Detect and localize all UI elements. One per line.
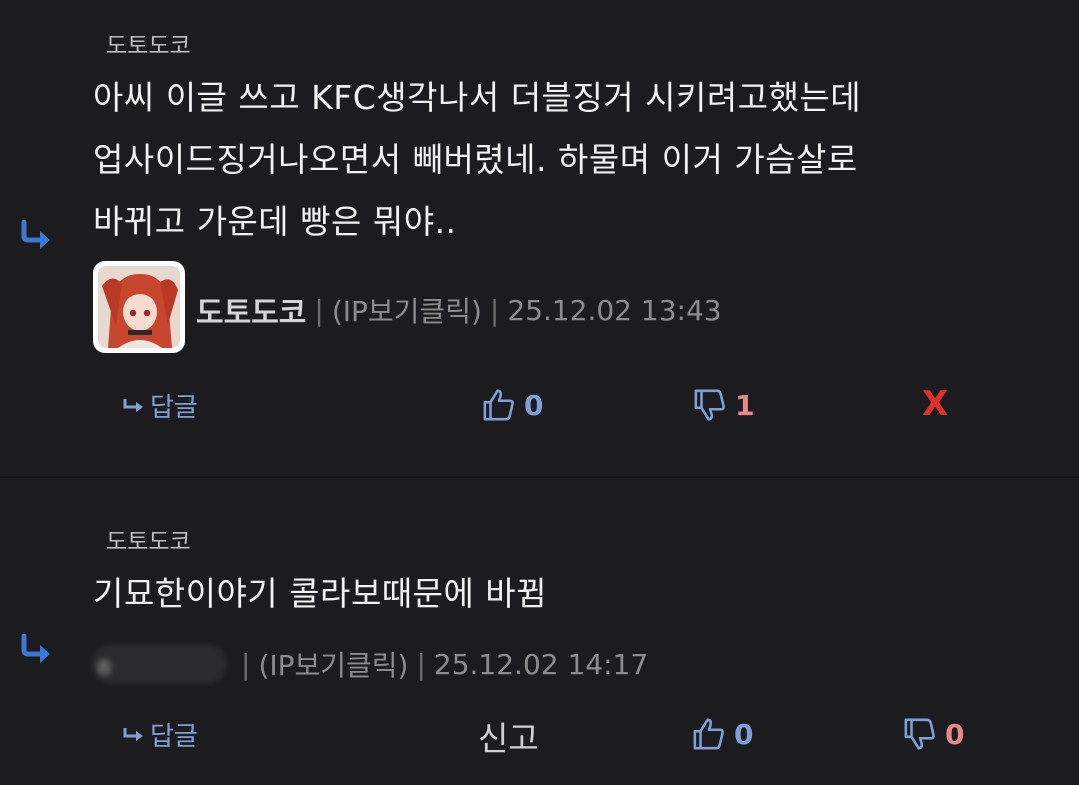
like-count: 0 <box>524 388 544 422</box>
timestamp: 25.12.02 13:43 <box>507 293 722 327</box>
ip-view-link[interactable]: (IP보기클릭) <box>332 290 482 330</box>
reply-arrow-icon <box>21 220 50 249</box>
comment-body: 아씨 이글 쓰고 KFC생각나서 더블징거 시키려고했는데 업사이드징거나오면서… <box>93 67 861 253</box>
dislike-button[interactable]: 1 <box>693 388 754 422</box>
separator: | <box>241 647 251 681</box>
nickname[interactable]: 도토도코 <box>196 288 306 332</box>
reply-label: 답글 <box>150 393 198 423</box>
report-label: 신고 <box>478 719 539 758</box>
comment-item: 도토도코 아씨 이글 쓰고 KFC생각나서 더블징거 시키려고했는데 업사이드징… <box>0 0 1079 476</box>
reply-target-name: 도토도코 <box>106 529 191 555</box>
dislike-button[interactable]: 0 <box>903 717 964 751</box>
separator: | <box>416 647 426 681</box>
separator: | <box>314 293 324 327</box>
nickname-peek: ㅎ <box>92 654 116 684</box>
comment-line: 아씨 이글 쓰고 KFC생각나서 더블징거 시키려고했는데 <box>93 78 862 117</box>
reply-button[interactable]: 답글 <box>122 716 198 753</box>
thumbs-up-icon <box>483 389 514 421</box>
like-button[interactable]: 0 <box>482 388 543 422</box>
ip-view-link[interactable]: (IP보기클릭) <box>258 644 408 684</box>
reply-button[interactable]: 답글 <box>122 387 198 424</box>
thumbs-down-icon <box>904 718 935 750</box>
avatar-image <box>98 266 180 348</box>
dislike-count: 1 <box>735 388 755 422</box>
like-button[interactable]: 0 <box>692 717 753 751</box>
delete-button[interactable]: X <box>922 384 948 424</box>
reply-label: 답글 <box>150 722 198 752</box>
reply-target-name: 도토도코 <box>106 33 191 59</box>
comment-meta: 도토도코 | (IP보기클릭) | 25.12.02 13:43 <box>196 288 722 332</box>
dislike-count: 0 <box>945 717 965 751</box>
comment-item: 도토도코 기묘한이야기 콜라보때문에 바뀜 ㅎ | (IP보기클릭) | 25.… <box>0 478 1079 785</box>
comment-body: 기묘한이야기 콜라보때문에 바뀜 <box>93 563 547 625</box>
avatar[interactable] <box>93 261 185 353</box>
nickname-redacted: ㅎ <box>92 644 227 684</box>
timestamp: 25.12.02 14:17 <box>433 647 649 681</box>
delete-label: X <box>922 384 949 424</box>
comment-line: 기묘한이야기 콜라보때문에 바뀜 <box>93 574 548 613</box>
comment-line: 업사이드징거나오면서 빼버렸네. 하물며 이거 가슴살로 <box>93 140 858 179</box>
thumbs-up-icon <box>693 718 724 750</box>
like-count: 0 <box>734 717 754 751</box>
comment-meta: ㅎ | (IP보기클릭) | 25.12.02 14:17 <box>92 642 648 686</box>
reply-arrow-icon <box>21 634 50 663</box>
reply-arrow-icon <box>123 727 143 741</box>
report-button[interactable]: 신고 <box>478 712 539 760</box>
thumbs-down-icon <box>694 389 725 421</box>
separator: | <box>489 293 500 327</box>
reply-arrow-icon <box>123 398 143 412</box>
comment-line: 바뀌고 가운데 빵은 뭐야.. <box>93 202 457 241</box>
